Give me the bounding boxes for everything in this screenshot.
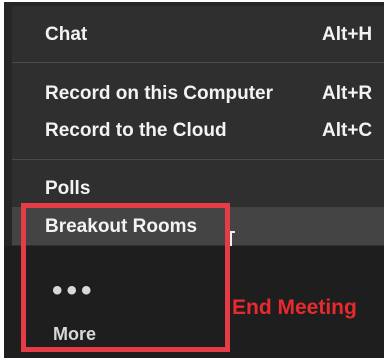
menu-item-chat[interactable]: Chat Alt+H	[12, 18, 384, 52]
menu-divider	[12, 159, 384, 160]
menu-item-polls[interactable]: Polls	[12, 172, 384, 206]
menu-item-record-to-the-cloud[interactable]: Record to the Cloud Alt+C	[12, 114, 384, 140]
menu-item-label: Chat	[45, 24, 88, 45]
menu-item-label: Record on this Computer	[45, 83, 274, 104]
menu-item-label: Breakout Rooms	[45, 216, 198, 237]
zoom-meeting-window: Chat Alt+H Record on this Computer Alt+R…	[4, 2, 384, 358]
menu-divider	[12, 62, 384, 63]
menu-item-label: Polls	[45, 178, 91, 199]
more-button[interactable]: ••• More	[48, 276, 108, 346]
keyboard-shortcut: Alt+C	[322, 120, 373, 140]
more-dots-icon: •••	[52, 274, 96, 307]
menu-item-record-on-this-computer[interactable]: Record on this Computer Alt+R	[12, 77, 384, 111]
keyboard-shortcut: Alt+R	[322, 83, 373, 104]
keyboard-shortcut: Alt+H	[322, 24, 373, 45]
menu-item-breakout-rooms[interactable]: Breakout Rooms	[12, 207, 384, 245]
more-options-menu: Chat Alt+H Record on this Computer Alt+R…	[12, 6, 384, 246]
more-label: More	[53, 324, 97, 344]
menu-item-label: Record to the Cloud	[45, 120, 227, 140]
end-meeting-button[interactable]: End Meeting	[232, 296, 357, 320]
